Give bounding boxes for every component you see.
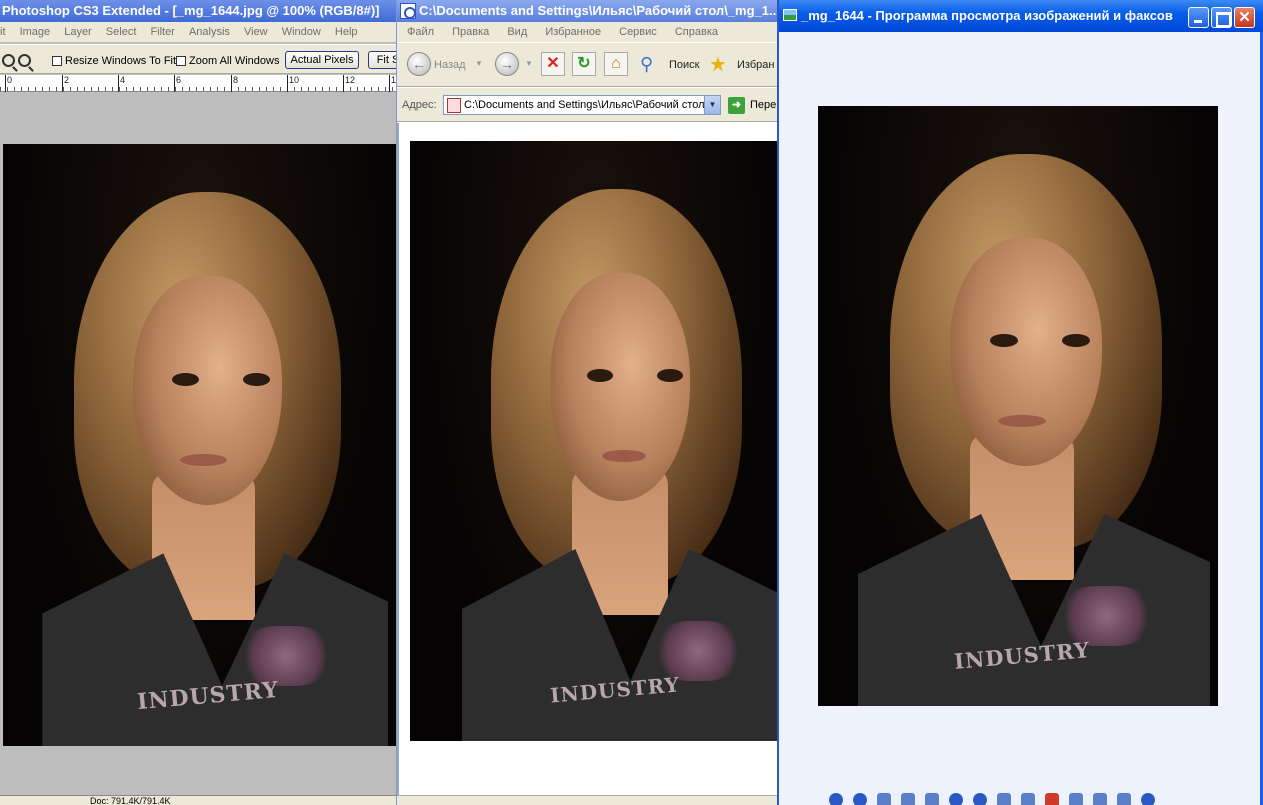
menu-analysis[interactable]: Analysis bbox=[189, 22, 230, 42]
address-dropdown-icon[interactable]: ▼ bbox=[704, 96, 720, 114]
zoom-in-icon[interactable] bbox=[949, 793, 963, 805]
address-label: Адрес: bbox=[402, 99, 437, 111]
photoshop-canvas[interactable]: INDUSTRY bbox=[0, 93, 396, 795]
menu-edit[interactable]: Правка bbox=[452, 22, 489, 42]
stop-icon[interactable]: ✕ bbox=[541, 52, 565, 76]
help-icon[interactable] bbox=[1141, 793, 1155, 805]
zoom-all-windows-checkbox[interactable]: Zoom All Windows bbox=[176, 55, 279, 67]
horizontal-ruler: 0 2 4 6 8 10 12 14 bbox=[0, 75, 396, 92]
portrait-photo: INDUSTRY bbox=[410, 141, 777, 741]
menu-view[interactable]: View bbox=[244, 22, 268, 42]
rotate-clockwise-icon[interactable] bbox=[997, 793, 1011, 805]
ie-status-bar bbox=[397, 795, 777, 805]
edit-icon[interactable] bbox=[1117, 793, 1131, 805]
rotate-counterclockwise-icon[interactable] bbox=[1021, 793, 1035, 805]
ruler-label: 12 bbox=[343, 75, 355, 92]
back-arrow-icon[interactable]: ← bbox=[407, 52, 431, 76]
menu-image[interactable]: Image bbox=[20, 22, 51, 42]
close-icon[interactable]: ✕ bbox=[1234, 7, 1255, 28]
back-label[interactable]: Назад bbox=[434, 59, 466, 71]
go-label[interactable]: Пере bbox=[750, 99, 776, 111]
actual-size-icon[interactable] bbox=[901, 793, 915, 805]
viewer-toolbar bbox=[829, 793, 1155, 805]
ruler-label: 6 bbox=[174, 75, 181, 92]
save-icon[interactable] bbox=[1093, 793, 1107, 805]
actual-pixels-button[interactable]: Actual Pixels bbox=[285, 51, 359, 69]
previous-image-icon[interactable] bbox=[829, 793, 843, 805]
ruler-label: 2 bbox=[62, 75, 69, 92]
resize-windows-label: Resize Windows To Fit bbox=[65, 55, 177, 67]
photoshop-title: Photoshop CS3 Extended - [_mg_1644.jpg @… bbox=[0, 0, 396, 22]
menu-layer[interactable]: Layer bbox=[64, 22, 92, 42]
photoshop-menubar: it Image Layer Select Filter Analysis Vi… bbox=[0, 22, 396, 42]
delete-icon[interactable] bbox=[1045, 793, 1059, 805]
ie-menubar: Файл Правка Вид Избранное Сервис Справка bbox=[397, 22, 777, 42]
ruler-label: 4 bbox=[118, 75, 125, 92]
menu-favorites[interactable]: Избранное bbox=[545, 22, 601, 42]
ie-title: C:\Documents and Settings\Ильяс\Рабочий … bbox=[397, 0, 777, 22]
zoom-all-windows-label: Zoom All Windows bbox=[189, 55, 280, 67]
ie-page-content: INDUSTRY bbox=[397, 123, 777, 795]
photoshop-status-bar: Doc: 791.4K/791.4K bbox=[0, 795, 396, 805]
best-fit-icon[interactable] bbox=[877, 793, 891, 805]
picture-icon bbox=[783, 9, 797, 21]
menu-edit[interactable]: it bbox=[0, 22, 6, 42]
ie-address-bar: Адрес: C:\Documents and Settings\Ильяс\Р… bbox=[397, 88, 777, 122]
home-icon[interactable]: ⌂ bbox=[604, 52, 628, 76]
photoshop-window: Photoshop CS3 Extended - [_mg_1644.jpg @… bbox=[0, 0, 396, 805]
menu-help[interactable]: Справка bbox=[675, 22, 718, 42]
menu-filter[interactable]: Filter bbox=[150, 22, 174, 42]
ie-window: C:\Documents and Settings\Ильяс\Рабочий … bbox=[397, 0, 777, 805]
resize-windows-checkbox[interactable]: Resize Windows To Fit bbox=[52, 55, 176, 67]
slideshow-icon[interactable] bbox=[925, 793, 939, 805]
menu-help[interactable]: Help bbox=[335, 22, 358, 42]
forward-arrow-icon[interactable]: → bbox=[495, 52, 519, 76]
favorites-label[interactable]: Избран bbox=[737, 59, 774, 71]
ruler-label: 8 bbox=[231, 75, 238, 92]
zoom-out-icon[interactable] bbox=[973, 793, 987, 805]
next-image-icon[interactable] bbox=[853, 793, 867, 805]
refresh-icon[interactable]: ↻ bbox=[572, 52, 596, 76]
portrait-photo: INDUSTRY bbox=[3, 144, 396, 746]
ie-toolbar: ← Назад ▼ → ▼ ✕ ↻ ⌂ ⚲ Поиск ★ Избран bbox=[397, 43, 777, 87]
zoom-in-icon[interactable] bbox=[2, 54, 15, 67]
forward-dropdown-icon[interactable]: ▼ bbox=[525, 59, 533, 68]
maximize-icon[interactable] bbox=[1211, 7, 1232, 28]
ie-window-icon bbox=[400, 3, 416, 19]
ruler-label: 0 bbox=[5, 75, 12, 92]
zoom-out-icon[interactable] bbox=[18, 54, 31, 67]
menu-view[interactable]: Вид bbox=[507, 22, 527, 42]
address-value: C:\Documents and Settings\Ильяс\Рабочий … bbox=[464, 99, 708, 111]
viewer-body: INDUSTRY bbox=[779, 32, 1263, 805]
favorites-star-icon[interactable]: ★ bbox=[709, 52, 727, 77]
menu-select[interactable]: Select bbox=[106, 22, 137, 42]
photoshop-options-bar: Resize Windows To Fit Zoom All Windows A… bbox=[0, 44, 396, 74]
minimize-icon[interactable] bbox=[1188, 7, 1209, 28]
search-icon[interactable]: ⚲ bbox=[640, 54, 653, 75]
menu-tools[interactable]: Сервис bbox=[619, 22, 657, 42]
ruler-label: 10 bbox=[287, 75, 299, 92]
search-label[interactable]: Поиск bbox=[669, 59, 699, 71]
portrait-photo: INDUSTRY bbox=[818, 106, 1218, 706]
viewer-title-text: _mg_1644 - Программа просмотра изображен… bbox=[801, 8, 1173, 23]
menu-file[interactable]: Файл bbox=[407, 22, 434, 42]
menu-window[interactable]: Window bbox=[282, 22, 321, 42]
picture-viewer-window: _mg_1644 - Программа просмотра изображен… bbox=[777, 0, 1263, 805]
address-input[interactable]: C:\Documents and Settings\Ильяс\Рабочий … bbox=[443, 95, 721, 115]
ruler-label: 14 bbox=[389, 75, 396, 92]
back-dropdown-icon[interactable]: ▼ bbox=[475, 59, 483, 68]
go-arrow-icon[interactable]: ➜ bbox=[728, 97, 745, 114]
print-icon[interactable] bbox=[1069, 793, 1083, 805]
fit-screen-button[interactable]: Fit S bbox=[368, 51, 396, 69]
doc-size: Doc: 791.4K/791.4K bbox=[90, 796, 171, 805]
ie-title-text: C:\Documents and Settings\Ильяс\Рабочий … bbox=[419, 3, 777, 18]
